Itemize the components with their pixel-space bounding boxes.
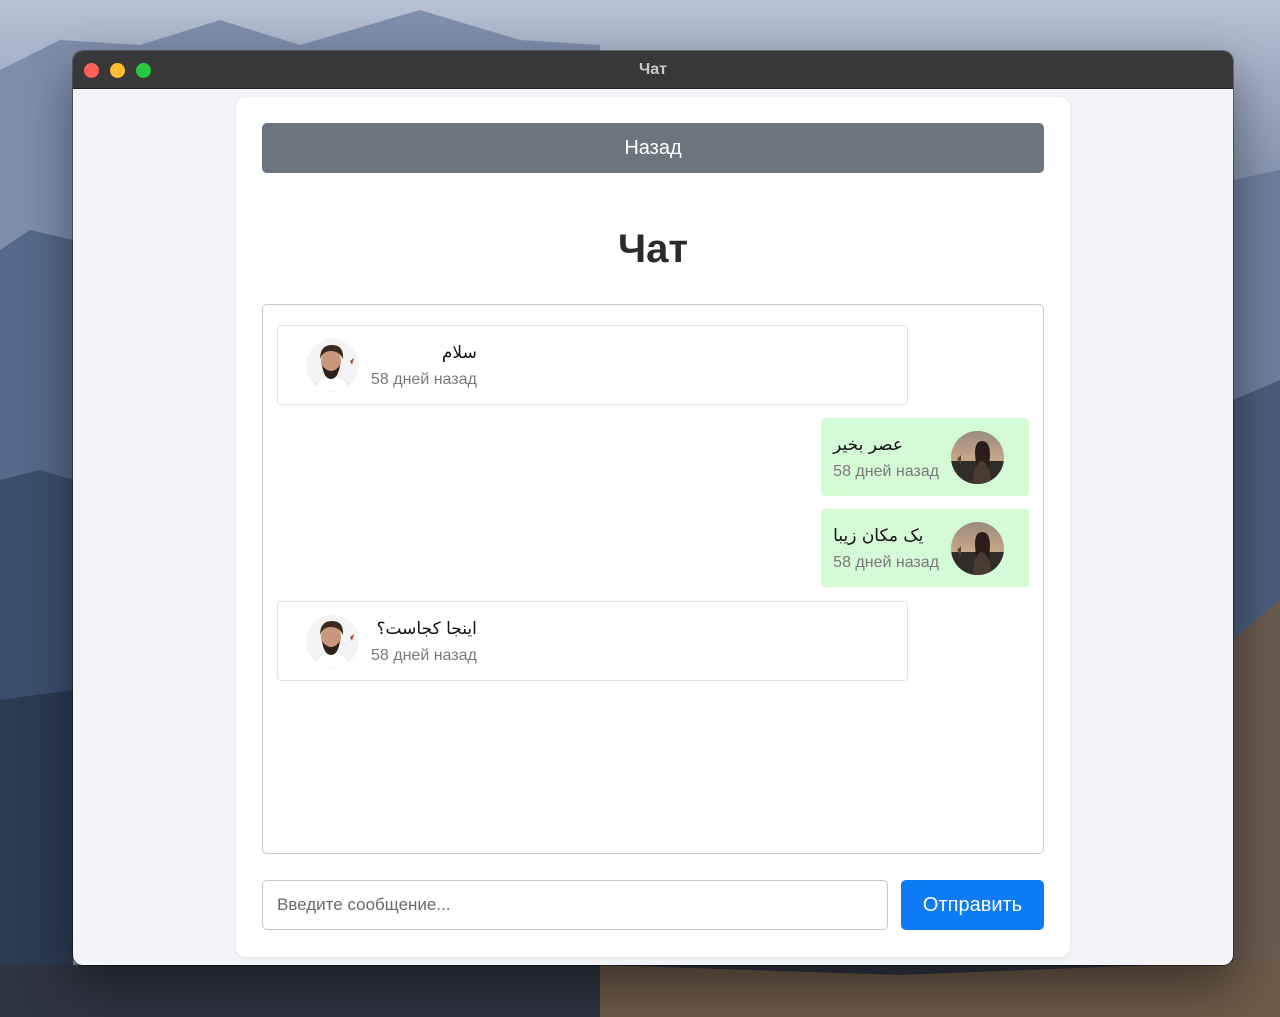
message-text: اینجا کجاست؟ <box>376 619 477 639</box>
chat-card: Назад Чат سلام 58 дней назад عصر بخیر 58… <box>236 97 1070 957</box>
man-avatar <box>306 338 359 392</box>
composer: Отправить <box>262 880 1044 930</box>
message-text: سلام <box>441 343 477 363</box>
message-timestamp: 58 дней назад <box>833 463 939 480</box>
message-timestamp: 58 дней назад <box>371 647 477 664</box>
woman-avatar <box>951 521 1004 575</box>
man-avatar <box>306 614 359 668</box>
message-timestamp: 58 дней назад <box>371 371 477 388</box>
message-input[interactable] <box>262 880 888 930</box>
message-outgoing: عصر بخیر 58 дней назад <box>821 418 1029 496</box>
page-title: Чат <box>618 227 688 271</box>
message-list[interactable]: سلام 58 дней назад عصر بخیر 58 дней наза… <box>262 304 1044 854</box>
back-button[interactable]: Назад <box>262 123 1044 173</box>
message-text: یک مکان زیبا <box>833 526 924 546</box>
message-timestamp: 58 дней назад <box>833 554 939 571</box>
window-title: Чат <box>639 61 667 78</box>
woman-avatar <box>951 430 1004 484</box>
message-outgoing: یک مکان زیبا 58 дней назад <box>821 509 1029 587</box>
title-bar: Чат <box>73 51 1233 89</box>
message-incoming: اینجا کجاست؟ 58 дней назад <box>277 601 908 681</box>
app-window: Чат Назад Чат سلام 58 дней назад عصر بخی… <box>73 51 1233 965</box>
message-incoming: سلام 58 дней назад <box>277 325 908 405</box>
window-content: Назад Чат سلام 58 дней назад عصر بخیر 58… <box>73 89 1233 965</box>
message-text: عصر بخیر <box>833 435 904 455</box>
send-button[interactable]: Отправить <box>901 880 1044 930</box>
